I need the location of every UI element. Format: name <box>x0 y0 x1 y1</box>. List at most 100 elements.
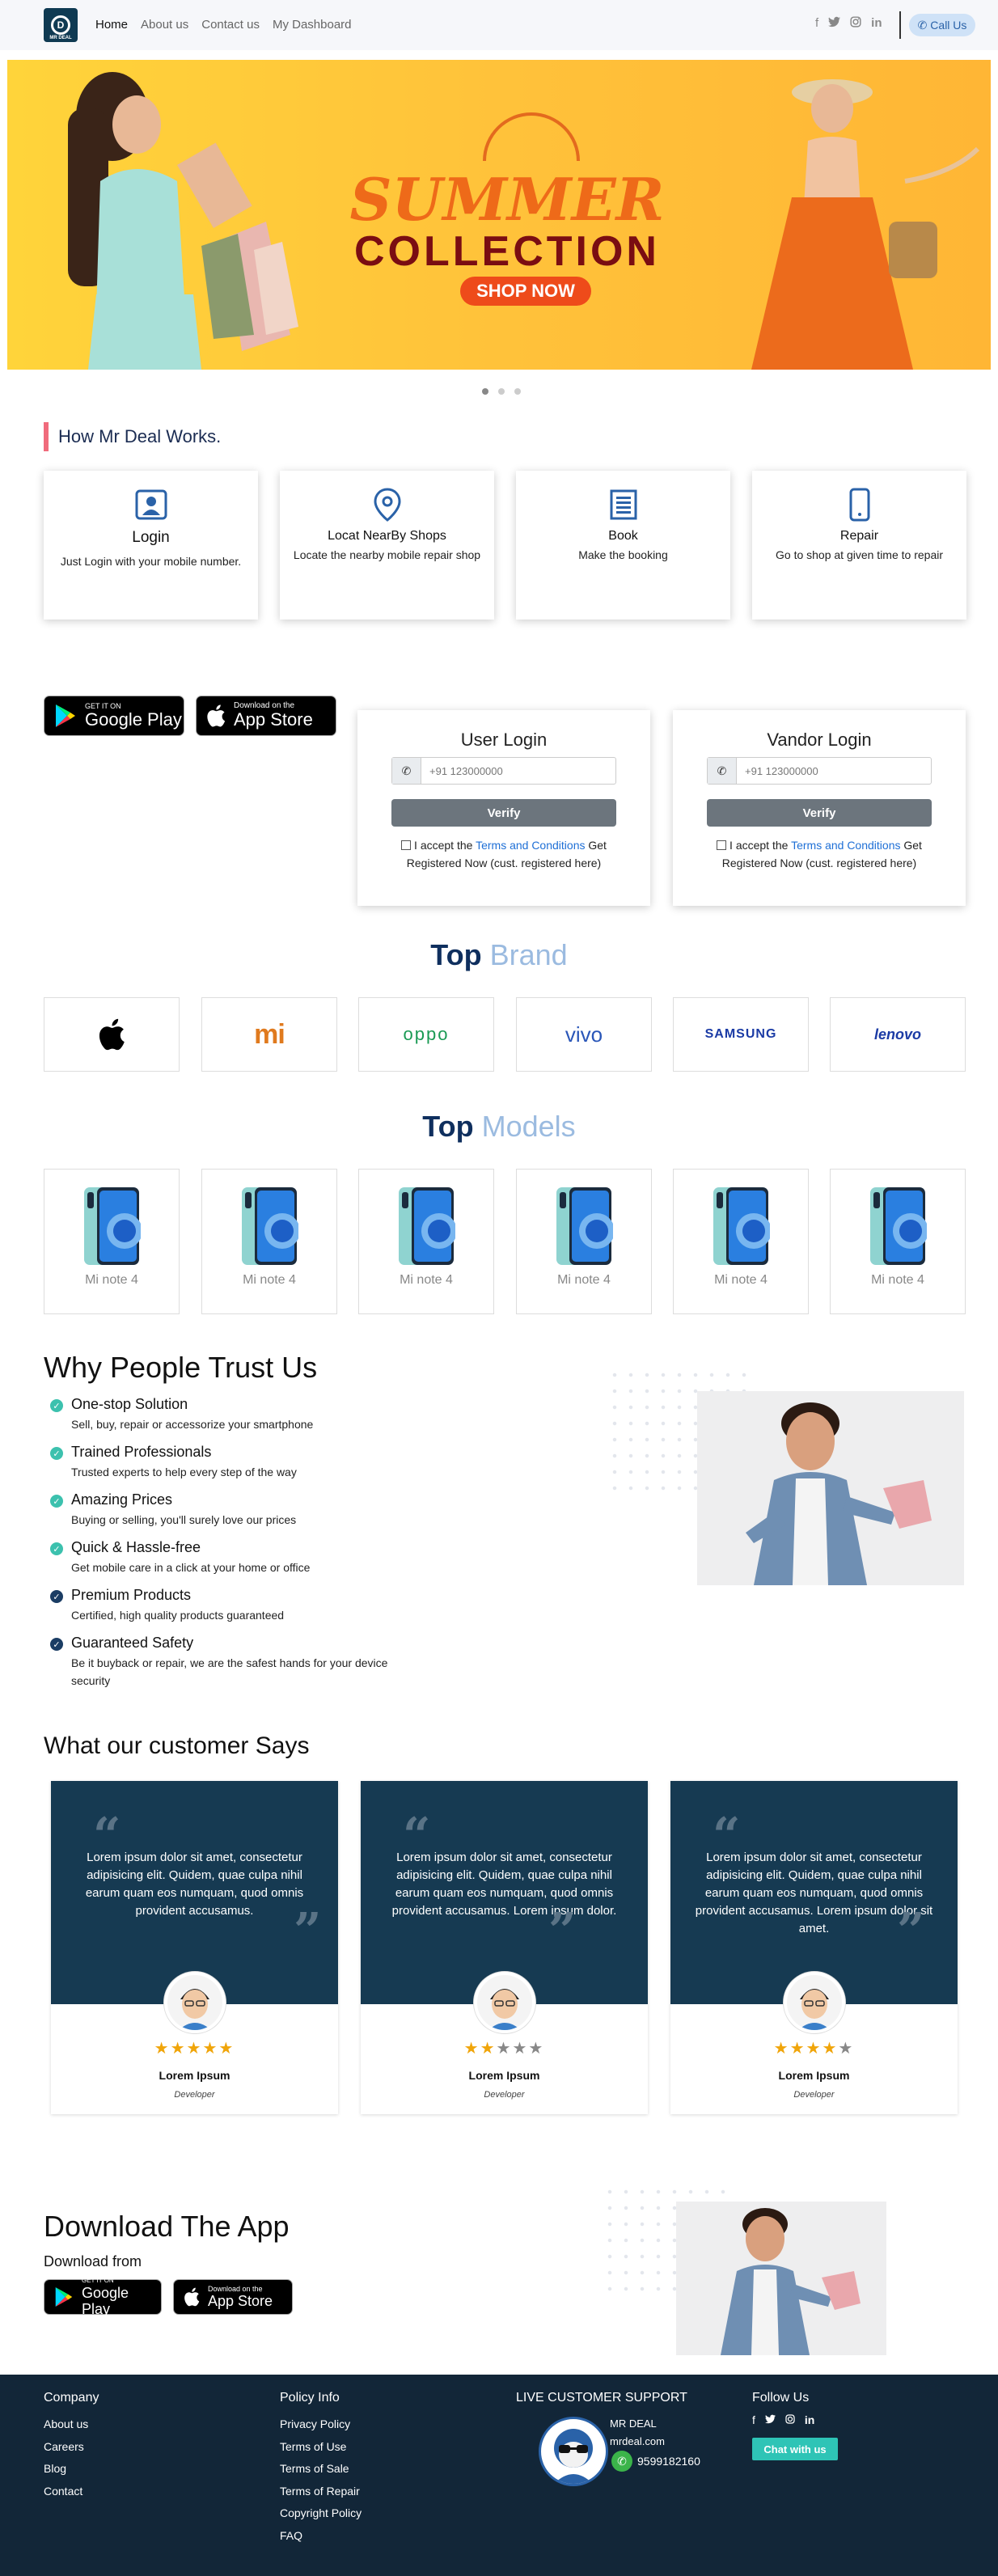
support-phone-number: 9599182160 <box>637 2455 700 2468</box>
avatar <box>164 1972 226 2033</box>
customer-role: Developer <box>484 2090 525 2100</box>
call-us-button[interactable]: ✆ Call Us <box>909 14 975 36</box>
star-icon: ★ <box>496 2040 513 2058</box>
rating-stars: ★★★★★ <box>670 2038 958 2058</box>
customer-name: Lorem Ipsum <box>468 2069 540 2082</box>
model-name: Mi note 4 <box>871 1273 924 1287</box>
model-card[interactable]: Mi note 4 <box>516 1169 652 1314</box>
menu-contact[interactable]: Contact us <box>201 18 260 32</box>
vendor-phone-field[interactable]: ✆ +91 123000000 <box>707 757 932 785</box>
star-icon: ★ <box>528 2040 545 2058</box>
customer-name: Lorem Ipsum <box>159 2069 230 2082</box>
terms-link[interactable]: Terms and Conditions <box>791 839 900 852</box>
carousel-dot[interactable] <box>482 388 488 395</box>
brand-vivo[interactable]: vivo <box>516 997 652 1072</box>
model-card[interactable]: Mi note 4 <box>673 1169 809 1314</box>
user-verify-button[interactable]: Verify <box>391 799 616 827</box>
model-card[interactable]: Mi note 4 <box>830 1169 966 1314</box>
user-phone-input[interactable]: +91 123000000 <box>421 758 503 784</box>
menu-about[interactable]: About us <box>141 18 188 32</box>
phone-icon: ✆ <box>392 758 421 784</box>
user-terms-checkbox[interactable] <box>401 840 412 850</box>
vendor-login-card: Vandor Login ✆ +91 123000000 Verify I ac… <box>673 710 966 906</box>
facebook-icon[interactable]: f <box>752 2413 755 2426</box>
vendor-phone-input[interactable]: +91 123000000 <box>737 758 818 784</box>
footer-support: LIVE CUSTOMER SUPPORT <box>516 2391 687 2413</box>
model-card[interactable]: Mi note 4 <box>201 1169 337 1314</box>
testimonial-text: Lorem ipsum dolor sit amet, consectetur … <box>85 1851 304 1918</box>
footer-link-terms-use[interactable]: Terms of Use <box>280 2436 362 2459</box>
vendor-login-title: Vandor Login <box>767 730 872 750</box>
menu-dashboard[interactable]: My Dashboard <box>273 18 352 32</box>
instagram-icon[interactable] <box>785 2413 795 2426</box>
user-terms: I accept the Terms and Conditions Get Re… <box>391 836 616 872</box>
step-desc: Make the booking <box>578 548 668 561</box>
model-card[interactable]: Mi note 4 <box>44 1169 180 1314</box>
footer-social-icons: f in <box>752 2413 814 2426</box>
quote-open-icon: “ <box>713 1808 741 1864</box>
user-login-card: User Login ✆ +91 123000000 Verify I acce… <box>357 710 650 906</box>
trust-item-title: Trained Professionals <box>71 1444 212 1460</box>
user-phone-field[interactable]: ✆ +91 123000000 <box>391 757 616 785</box>
brand-mi[interactable]: mi <box>201 997 337 1072</box>
hero-title-collection: COLLECTION <box>354 228 660 275</box>
vendor-verify-button[interactable]: Verify <box>707 799 932 827</box>
menu-home[interactable]: Home <box>95 18 128 32</box>
footer-link-faq[interactable]: FAQ <box>280 2525 362 2548</box>
star-icon: ★ <box>202 2040 219 2058</box>
google-play-badge-2[interactable]: GET IT ON Google Play <box>44 2277 162 2317</box>
footer-link-careers[interactable]: Careers <box>44 2436 99 2459</box>
brand-apple[interactable] <box>44 997 180 1072</box>
chat-with-us-button[interactable]: Chat with us <box>752 2438 838 2460</box>
avatar <box>784 1972 845 2033</box>
instagram-icon[interactable] <box>850 16 861 31</box>
quote-close-icon: ” <box>897 1903 925 1960</box>
brand-lenovo[interactable]: lenovo <box>830 997 966 1072</box>
apple-icon <box>184 2287 200 2307</box>
brand-samsung[interactable]: SAMSUNG <box>673 997 809 1072</box>
twitter-icon[interactable] <box>828 16 841 31</box>
support-phone[interactable]: ✆ 9599182160 <box>611 2451 700 2472</box>
carousel-dot[interactable] <box>514 388 521 395</box>
footer-link-privacy[interactable]: Privacy Policy <box>280 2413 362 2436</box>
check-circle-icon: ✓ <box>50 1447 63 1460</box>
hero-banner[interactable]: SUMMER COLLECTION SHOP NOW <box>7 60 991 370</box>
check-circle-icon: ✓ <box>50 1495 63 1508</box>
app-store-badge-2[interactable]: Download on the App Store <box>173 2279 293 2315</box>
phone-icon: ✆ <box>917 18 928 32</box>
sun-graphic <box>483 112 580 161</box>
testimonial-card: “Lorem ipsum dolor sit amet, consectetur… <box>51 1781 338 2114</box>
phone-image <box>240 1186 300 1267</box>
app-store-badge[interactable]: Download on the App Store <box>196 696 336 736</box>
model-name: Mi note 4 <box>243 1273 296 1287</box>
vendor-terms-checkbox[interactable] <box>717 840 727 850</box>
footer-link-contact[interactable]: Contact <box>44 2481 99 2503</box>
footer-link-about[interactable]: About us <box>44 2413 99 2436</box>
top-navbar: D MR DEAL Home About us Contact us My Da… <box>0 0 998 50</box>
trust-man-image <box>697 1391 964 1585</box>
support-site[interactable]: mrdeal.com <box>610 2433 665 2451</box>
footer-link-blog[interactable]: Blog <box>44 2458 99 2481</box>
apple-logo-icon <box>99 1018 125 1051</box>
twitter-icon[interactable] <box>764 2413 776 2426</box>
shop-now-button[interactable]: SHOP NOW <box>460 277 591 306</box>
google-play-badge[interactable]: GET IT ON Google Play <box>44 696 184 736</box>
footer-link-terms-repair[interactable]: Terms of Repair <box>280 2481 362 2503</box>
phone-image <box>555 1186 615 1267</box>
linkedin-icon[interactable]: in <box>871 16 882 31</box>
mi-logo: mi <box>254 1018 285 1050</box>
footer-link-terms-sale[interactable]: Terms of Sale <box>280 2458 362 2481</box>
step-desc: Locate the nearby mobile repair shop <box>293 548 481 561</box>
map-pin-icon <box>370 487 405 522</box>
model-name: Mi note 4 <box>557 1273 611 1287</box>
site-logo[interactable]: D MR DEAL <box>44 8 78 42</box>
facebook-icon[interactable]: f <box>815 16 818 31</box>
carousel-dot[interactable] <box>498 388 505 395</box>
model-card[interactable]: Mi note 4 <box>358 1169 494 1314</box>
footer-link-copyright[interactable]: Copyright Policy <box>280 2502 362 2525</box>
linkedin-icon[interactable]: in <box>805 2413 814 2426</box>
brand-oppo[interactable]: oppo <box>358 997 494 1072</box>
terms-link[interactable]: Terms and Conditions <box>476 839 585 852</box>
star-icon: ★ <box>170 2040 187 2058</box>
footer: Company About us Careers Blog Contact Po… <box>0 2375 998 2576</box>
